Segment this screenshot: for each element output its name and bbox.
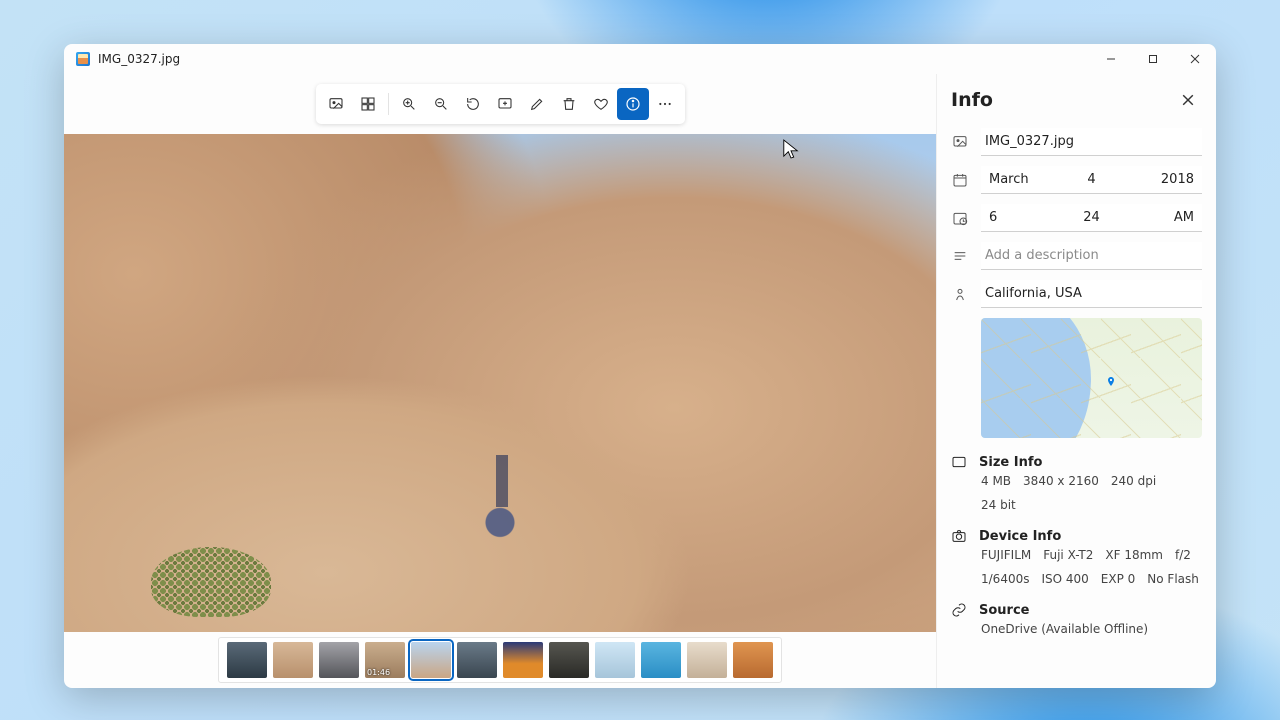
- time-hour: 6: [985, 210, 1056, 225]
- size-dpi: 240 dpi: [1111, 474, 1156, 488]
- device-model: Fuji X-T2: [1043, 548, 1093, 562]
- more-button[interactable]: [649, 88, 681, 120]
- device-section: Device Info FUJIFILM Fuji X-T2 XF 18mm f…: [951, 522, 1202, 586]
- thumbnail[interactable]: [273, 642, 313, 678]
- window-title: IMG_0327.jpg: [98, 52, 180, 66]
- source-section: Source OneDrive (Available Offline): [951, 596, 1202, 636]
- date-month: March: [985, 172, 1056, 187]
- date-day: 4: [1056, 172, 1127, 187]
- rotate-icon: [465, 96, 481, 112]
- viewer-pane: 01:46: [64, 74, 936, 688]
- favorite-button[interactable]: [585, 88, 617, 120]
- zoom-out-button[interactable]: [425, 88, 457, 120]
- info-panel: Info IMG_0327.jpg March: [936, 74, 1216, 688]
- pencil-icon: [529, 96, 545, 112]
- device-exp: EXP 0: [1101, 572, 1136, 586]
- device-label: Device Info: [979, 529, 1061, 544]
- main-photo[interactable]: [64, 134, 936, 632]
- size-bit: 24 bit: [981, 498, 1016, 512]
- filename-icon: [951, 134, 969, 150]
- size-icon: [951, 454, 967, 470]
- thumbnail[interactable]: [319, 642, 359, 678]
- map-pin-icon: [1105, 376, 1117, 388]
- heart-icon: [593, 96, 609, 112]
- source-label: Source: [979, 603, 1029, 618]
- sparkle-edit-icon: [497, 96, 513, 112]
- zoom-in-icon: [401, 96, 417, 112]
- time-minute: 24: [1056, 210, 1127, 225]
- markup-button[interactable]: [489, 88, 521, 120]
- info-heading: Info: [951, 89, 993, 111]
- image-icon: [328, 96, 344, 112]
- date-field[interactable]: March 4 2018: [981, 166, 1202, 194]
- location-icon: [951, 286, 969, 302]
- grid-icon: [360, 96, 376, 112]
- device-lens: XF 18mm: [1105, 548, 1163, 562]
- thumbnail[interactable]: [687, 642, 727, 678]
- thumbnail[interactable]: [549, 642, 589, 678]
- window-controls: [1090, 44, 1216, 74]
- thumbnail[interactable]: [227, 642, 267, 678]
- thumbnail-selected[interactable]: [411, 642, 451, 678]
- close-panel-button[interactable]: [1174, 86, 1202, 114]
- title-bar: IMG_0327.jpg: [64, 44, 1216, 74]
- rotate-button[interactable]: [457, 88, 489, 120]
- toolbar-separator: [388, 93, 389, 115]
- zoom-out-icon: [433, 96, 449, 112]
- video-duration: 01:46: [367, 668, 390, 677]
- close-icon: [1182, 94, 1194, 106]
- app-icon: [76, 52, 90, 66]
- device-make: FUJIFILM: [981, 548, 1031, 562]
- camera-icon: [951, 528, 967, 544]
- delete-button[interactable]: [553, 88, 585, 120]
- info-button[interactable]: [617, 88, 649, 120]
- device-iso: ISO 400: [1041, 572, 1088, 586]
- size-section: Size Info 4 MB 3840 x 2160 240 dpi 24 bi…: [951, 448, 1202, 512]
- more-icon: [657, 96, 673, 112]
- fullscreen-button[interactable]: [352, 88, 384, 120]
- minimize-button[interactable]: [1090, 44, 1132, 74]
- view-all-button[interactable]: [320, 88, 352, 120]
- size-filesize: 4 MB: [981, 474, 1011, 488]
- thumbnail-video[interactable]: 01:46: [365, 642, 405, 678]
- trash-icon: [561, 96, 577, 112]
- thumbnail[interactable]: [503, 642, 543, 678]
- info-icon: [625, 96, 641, 112]
- device-aperture: f/2: [1175, 548, 1191, 562]
- location-field[interactable]: California, USA: [981, 280, 1202, 308]
- link-icon: [951, 602, 967, 618]
- location-map[interactable]: [981, 318, 1202, 438]
- time-field[interactable]: 6 24 AM: [981, 204, 1202, 232]
- toolbar: [316, 84, 685, 124]
- calendar-icon: [951, 172, 969, 188]
- filename-field[interactable]: IMG_0327.jpg: [981, 128, 1202, 156]
- zoom-in-button[interactable]: [393, 88, 425, 120]
- clock-icon: [951, 210, 969, 226]
- source-value: OneDrive (Available Offline): [981, 622, 1148, 636]
- description-field[interactable]: Add a description: [981, 242, 1202, 270]
- thumbnail[interactable]: [595, 642, 635, 678]
- app-window: IMG_0327.jpg: [64, 44, 1216, 688]
- thumbnail[interactable]: [641, 642, 681, 678]
- description-icon: [951, 248, 969, 264]
- edit-button[interactable]: [521, 88, 553, 120]
- close-button[interactable]: [1174, 44, 1216, 74]
- size-label: Size Info: [979, 455, 1042, 470]
- maximize-button[interactable]: [1132, 44, 1174, 74]
- thumbnail[interactable]: [733, 642, 773, 678]
- device-shutter: 1/6400s: [981, 572, 1029, 586]
- size-dimensions: 3840 x 2160: [1023, 474, 1099, 488]
- filmstrip: 01:46: [218, 637, 782, 683]
- date-year: 2018: [1127, 172, 1198, 187]
- device-flash: No Flash: [1147, 572, 1199, 586]
- thumbnail[interactable]: [457, 642, 497, 678]
- time-ampm: AM: [1127, 210, 1198, 225]
